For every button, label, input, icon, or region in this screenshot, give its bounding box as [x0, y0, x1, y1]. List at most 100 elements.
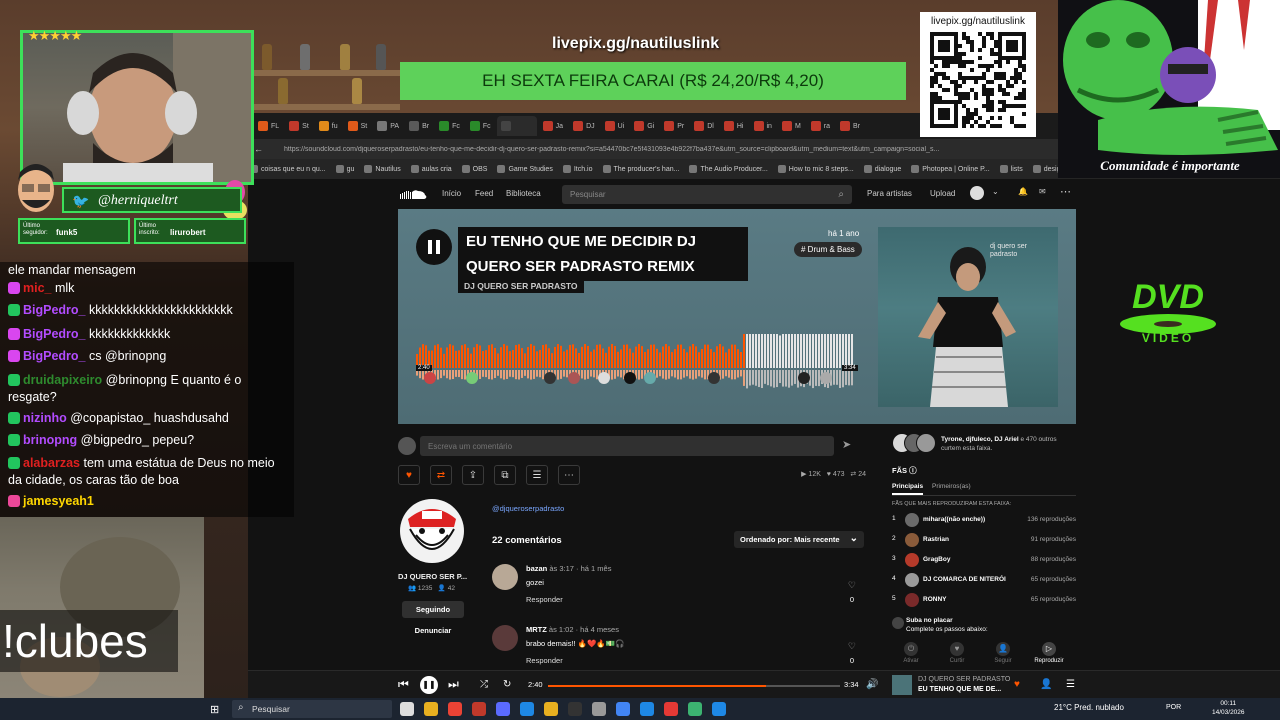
bookmark-item[interactable]: OBS [461, 165, 487, 173]
add-to-playlist-button[interactable]: ☰ [526, 465, 548, 485]
share-button[interactable]: ⇪ [462, 465, 484, 485]
reply-button[interactable]: Responder [526, 656, 563, 665]
waveform-comment-avatar[interactable] [624, 372, 636, 384]
steam-icon[interactable] [520, 702, 534, 716]
nav-library[interactable]: Biblioteca [506, 189, 541, 198]
browser-tab[interactable]: in [750, 116, 776, 136]
repeat-icon[interactable]: ↻ [503, 679, 511, 690]
browser-tab[interactable]: Pr [660, 116, 688, 136]
comment-user[interactable]: MRTZ [526, 625, 547, 634]
browser-tab[interactable]: Dl [690, 116, 718, 136]
chat-username[interactable]: brinopng [23, 433, 77, 447]
waveform-comment-avatar[interactable] [798, 372, 810, 384]
app-icon[interactable] [592, 702, 606, 716]
steam-icon[interactable] [640, 702, 654, 716]
repost-button[interactable]: ⇄ [430, 465, 452, 485]
waveform-comment-avatar[interactable] [820, 372, 832, 384]
player-title[interactable]: EU TENHO QUE ME DE... [918, 686, 1001, 693]
bookmark-item[interactable]: How to mic 8 steps... [777, 165, 854, 173]
previous-icon[interactable]: ⏮ [398, 677, 409, 692]
chat-username[interactable]: druidapixeiro [23, 373, 102, 387]
waveform-comment-avatar[interactable] [644, 372, 656, 384]
browser-tab[interactable]: PA [373, 116, 403, 136]
browser-tab[interactable]: M [778, 116, 805, 136]
artist-name[interactable]: DJ QUERO SER P... [398, 572, 467, 581]
search-input[interactable]: Pesquisar ⌕ [562, 185, 852, 204]
heart-icon[interactable]: ♡ [848, 580, 856, 591]
browser-tab[interactable]: FL [254, 116, 283, 136]
artist-avatar[interactable] [400, 499, 464, 563]
fan-row[interactable]: 4 DJ COMARCA DE NITERÓI 65 reproduções [892, 573, 1076, 587]
queue-icon[interactable]: ☰ [1066, 679, 1075, 690]
fan-row[interactable]: 5 RONNY 65 reproduções [892, 593, 1076, 607]
browser-tab[interactable]: Br [405, 116, 433, 136]
next-icon[interactable]: ⏭ [448, 677, 459, 692]
follow-icon[interactable]: 👤 [1040, 679, 1052, 690]
chevron-down-icon[interactable]: ⌄ [992, 187, 999, 196]
steam-icon[interactable] [712, 702, 726, 716]
obs-studio-icon[interactable] [568, 702, 582, 716]
bookmark-item[interactable]: The producer's han... [602, 165, 679, 173]
windows-start-icon[interactable]: ⊞ [210, 703, 219, 716]
copy-link-button[interactable]: ⧉ [494, 465, 516, 485]
language-indicator[interactable]: POR [1166, 704, 1181, 711]
fan-row[interactable]: 1 mihara((não enche)) 136 reproduções [892, 513, 1076, 527]
bookmark-item[interactable]: Itch.io [562, 165, 593, 173]
nav-feed[interactable]: Feed [475, 189, 493, 198]
nav-upload[interactable]: Upload [930, 189, 955, 198]
weather-widget[interactable]: 21°C Pred. nublado [1054, 703, 1124, 712]
browser-icon[interactable] [616, 702, 630, 716]
clock[interactable]: 00:11 14/03/2026 [1212, 699, 1245, 717]
browser-tab[interactable]: Hi [720, 116, 748, 136]
avatar[interactable] [970, 186, 984, 200]
step-play[interactable]: ▷ Reproduzir [1030, 642, 1068, 664]
player-cover[interactable] [892, 675, 912, 695]
notifications-icon[interactable]: 🔔 [1018, 187, 1028, 196]
browser-tab[interactable]: Ja [539, 116, 567, 136]
messages-icon[interactable]: ✉ [1039, 187, 1046, 196]
shuffle-icon[interactable]: ⤮ [480, 679, 488, 690]
step-follow[interactable]: 👤 Seguir [984, 642, 1022, 664]
comment-user[interactable]: bazan [526, 564, 547, 573]
app-icon[interactable] [688, 702, 702, 716]
bookmark-item[interactable]: coisas que eu n qu... [250, 165, 326, 173]
chat-username[interactable]: jamesyeah1 [23, 494, 94, 508]
fan-row[interactable]: 2 Rastrian 91 reproduções [892, 533, 1076, 547]
waveform-comment-avatar[interactable] [424, 372, 436, 384]
vivaldi-icon[interactable] [448, 702, 462, 716]
browser-tab[interactable]: DJ [569, 116, 599, 136]
browser-tab[interactable]: Br [836, 116, 864, 136]
tab-first-fans[interactable]: Primeiros(as) [932, 483, 971, 490]
back-icon[interactable]: ← [254, 144, 268, 154]
reply-button[interactable]: Responder [526, 595, 563, 604]
soundcloud-logo-icon[interactable] [398, 188, 428, 200]
chat-username[interactable]: BigPedro_ [23, 303, 86, 317]
volume-icon[interactable]: 🔊 [866, 679, 878, 690]
avatar[interactable] [492, 625, 518, 651]
waveform-comment-avatar[interactable] [598, 372, 610, 384]
chat-username[interactable]: alabarzas [23, 456, 80, 470]
bookmark-item[interactable]: Photopea | Online P... [911, 165, 990, 173]
chrome-icon[interactable] [424, 702, 438, 716]
browser-tab[interactable]: fu [315, 116, 342, 136]
step-like[interactable]: ♥ Curtir [938, 642, 976, 664]
like-button[interactable]: ♥ [398, 465, 420, 485]
task-view-icon[interactable] [400, 702, 414, 716]
chat-username[interactable]: BigPedro_ [23, 327, 86, 341]
step-activate[interactable]: ⏻ Ativar [892, 642, 930, 664]
report-button[interactable]: Denunciar [402, 626, 464, 640]
nav-home[interactable]: Início [442, 189, 461, 198]
bookmark-item[interactable]: aulas cria [410, 165, 452, 173]
browser-tab[interactable]: ra [807, 116, 834, 136]
artist-handle-link[interactable]: @djqueroserpadrasto [492, 504, 564, 513]
obs-icon[interactable] [472, 702, 486, 716]
bookmark-item[interactable]: Game Studies [497, 165, 553, 173]
bookmark-item[interactable]: Nautilus [364, 165, 401, 173]
taskbar-search[interactable]: ⌕ Pesquisar [232, 700, 392, 718]
heart-icon[interactable]: ♡ [848, 641, 856, 652]
waveform-comment-avatar[interactable] [568, 372, 580, 384]
waveform-comment-avatar[interactable] [544, 372, 556, 384]
nav-for-artists[interactable]: Para artistas [867, 189, 912, 198]
url-field[interactable]: https://soundcloud.com/djqueroserpadrast… [284, 146, 1064, 153]
bookmark-item[interactable]: lists [999, 165, 1023, 173]
